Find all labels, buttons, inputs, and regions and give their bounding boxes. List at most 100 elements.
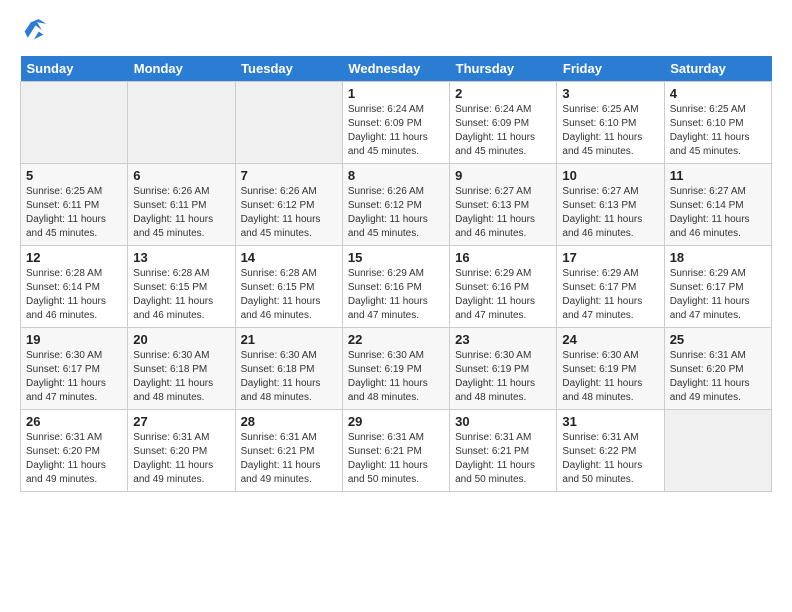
day-info: Sunrise: 6:30 AMSunset: 6:19 PMDaylight:…: [455, 349, 551, 405]
calendar-cell: 22 Sunrise: 6:30 AMSunset: 6:19 PMDayligh…: [342, 328, 449, 410]
day-info: Sunrise: 6:29 AMSunset: 6:17 PMDaylight:…: [562, 267, 658, 323]
day-number: 17: [562, 250, 658, 265]
calendar-table: SundayMondayTuesdayWednesdayThursdayFrid…: [20, 56, 772, 492]
day-info: Sunrise: 6:30 AMSunset: 6:18 PMDaylight:…: [241, 349, 337, 405]
calendar-cell: 19 Sunrise: 6:30 AMSunset: 6:17 PMDayligh…: [21, 328, 128, 410]
calendar-cell: [21, 82, 128, 164]
calendar-cell: 18 Sunrise: 6:29 AMSunset: 6:17 PMDayligh…: [664, 246, 771, 328]
calendar-cell: 13 Sunrise: 6:28 AMSunset: 6:15 PMDayligh…: [128, 246, 235, 328]
day-number: 23: [455, 332, 551, 347]
calendar-cell: 10Sunrise: 6:27 AMSunset: 6:13 PMDayligh…: [557, 164, 664, 246]
calendar-cell: 2 Sunrise: 6:24 AMSunset: 6:09 PMDaylight…: [450, 82, 557, 164]
day-number: 19: [26, 332, 122, 347]
day-number: 27: [133, 414, 229, 429]
day-info: Sunrise: 6:31 AMSunset: 6:21 PMDaylight:…: [455, 431, 551, 487]
day-info: Sunrise: 6:25 AMSunset: 6:10 PMDaylight:…: [562, 103, 658, 159]
day-number: 16: [455, 250, 551, 265]
logo: [20, 16, 52, 44]
logo-bird-icon: [20, 16, 48, 44]
day-number: 4: [670, 86, 766, 101]
calendar-cell: 31 Sunrise: 6:31 AMSunset: 6:22 PMDayligh…: [557, 410, 664, 492]
calendar-cell: 25 Sunrise: 6:31 AMSunset: 6:20 PMDayligh…: [664, 328, 771, 410]
day-number: 24: [562, 332, 658, 347]
day-info: Sunrise: 6:31 AMSunset: 6:20 PMDaylight:…: [670, 349, 766, 405]
day-number: 18: [670, 250, 766, 265]
day-number: 6: [133, 168, 229, 183]
day-number: 15: [348, 250, 444, 265]
day-info: Sunrise: 6:30 AMSunset: 6:18 PMDaylight:…: [133, 349, 229, 405]
day-info: Sunrise: 6:29 AMSunset: 6:16 PMDaylight:…: [455, 267, 551, 323]
day-info: Sunrise: 6:26 AMSunset: 6:12 PMDaylight:…: [348, 185, 444, 241]
calendar-cell: 21 Sunrise: 6:30 AMSunset: 6:18 PMDayligh…: [235, 328, 342, 410]
day-number: 3: [562, 86, 658, 101]
day-number: 28: [241, 414, 337, 429]
calendar-cell: [235, 82, 342, 164]
day-number: 29: [348, 414, 444, 429]
day-info: Sunrise: 6:30 AMSunset: 6:17 PMDaylight:…: [26, 349, 122, 405]
calendar-cell: 17 Sunrise: 6:29 AMSunset: 6:17 PMDayligh…: [557, 246, 664, 328]
day-number: 20: [133, 332, 229, 347]
day-info: Sunrise: 6:25 AMSunset: 6:11 PMDaylight:…: [26, 185, 122, 241]
calendar-cell: 15 Sunrise: 6:29 AMSunset: 6:16 PMDayligh…: [342, 246, 449, 328]
day-info: Sunrise: 6:28 AMSunset: 6:15 PMDaylight:…: [133, 267, 229, 323]
day-info: Sunrise: 6:25 AMSunset: 6:10 PMDaylight:…: [670, 103, 766, 159]
day-info: Sunrise: 6:24 AMSunset: 6:09 PMDaylight:…: [455, 103, 551, 159]
day-info: Sunrise: 6:24 AMSunset: 6:09 PMDaylight:…: [348, 103, 444, 159]
calendar-cell: 24 Sunrise: 6:30 AMSunset: 6:19 PMDayligh…: [557, 328, 664, 410]
day-number: 9: [455, 168, 551, 183]
calendar-cell: 8Sunrise: 6:26 AMSunset: 6:12 PMDaylight…: [342, 164, 449, 246]
day-number: 5: [26, 168, 122, 183]
calendar-cell: 4 Sunrise: 6:25 AMSunset: 6:10 PMDaylight…: [664, 82, 771, 164]
day-number: 13: [133, 250, 229, 265]
column-header-sunday: Sunday: [21, 56, 128, 82]
week-row-3: 12Sunrise: 6:28 AMSunset: 6:14 PMDayligh…: [21, 246, 772, 328]
calendar-cell: 26 Sunrise: 6:31 AMSunset: 6:20 PMDayligh…: [21, 410, 128, 492]
day-number: 22: [348, 332, 444, 347]
day-number: 2: [455, 86, 551, 101]
calendar-cell: 9 Sunrise: 6:27 AMSunset: 6:13 PMDaylight…: [450, 164, 557, 246]
calendar-cell: 29 Sunrise: 6:31 AMSunset: 6:21 PMDayligh…: [342, 410, 449, 492]
day-number: 11: [670, 168, 766, 183]
day-info: Sunrise: 6:27 AMSunset: 6:13 PMDaylight:…: [562, 185, 658, 241]
day-number: 31: [562, 414, 658, 429]
day-info: Sunrise: 6:27 AMSunset: 6:13 PMDaylight:…: [455, 185, 551, 241]
day-info: Sunrise: 6:29 AMSunset: 6:17 PMDaylight:…: [670, 267, 766, 323]
week-row-4: 19 Sunrise: 6:30 AMSunset: 6:17 PMDayligh…: [21, 328, 772, 410]
calendar-cell: 14 Sunrise: 6:28 AMSunset: 6:15 PMDayligh…: [235, 246, 342, 328]
day-info: Sunrise: 6:31 AMSunset: 6:22 PMDaylight:…: [562, 431, 658, 487]
week-row-2: 5 Sunrise: 6:25 AMSunset: 6:11 PMDaylight…: [21, 164, 772, 246]
calendar-cell: 20 Sunrise: 6:30 AMSunset: 6:18 PMDayligh…: [128, 328, 235, 410]
column-header-row: SundayMondayTuesdayWednesdayThursdayFrid…: [21, 56, 772, 82]
calendar-cell: 5 Sunrise: 6:25 AMSunset: 6:11 PMDaylight…: [21, 164, 128, 246]
calendar-page: SundayMondayTuesdayWednesdayThursdayFrid…: [0, 0, 792, 612]
calendar-cell: 6 Sunrise: 6:26 AMSunset: 6:11 PMDaylight…: [128, 164, 235, 246]
day-info: Sunrise: 6:28 AMSunset: 6:15 PMDaylight:…: [241, 267, 337, 323]
calendar-cell: 3 Sunrise: 6:25 AMSunset: 6:10 PMDaylight…: [557, 82, 664, 164]
column-header-saturday: Saturday: [664, 56, 771, 82]
day-number: 25: [670, 332, 766, 347]
day-number: 14: [241, 250, 337, 265]
column-header-thursday: Thursday: [450, 56, 557, 82]
day-info: Sunrise: 6:31 AMSunset: 6:21 PMDaylight:…: [241, 431, 337, 487]
calendar-cell: 16 Sunrise: 6:29 AMSunset: 6:16 PMDayligh…: [450, 246, 557, 328]
day-info: Sunrise: 6:31 AMSunset: 6:20 PMDaylight:…: [26, 431, 122, 487]
day-info: Sunrise: 6:28 AMSunset: 6:14 PMDaylight:…: [26, 267, 122, 323]
week-row-1: 1 Sunrise: 6:24 AMSunset: 6:09 PMDaylight…: [21, 82, 772, 164]
day-info: Sunrise: 6:26 AMSunset: 6:11 PMDaylight:…: [133, 185, 229, 241]
calendar-cell: [664, 410, 771, 492]
week-row-5: 26 Sunrise: 6:31 AMSunset: 6:20 PMDayligh…: [21, 410, 772, 492]
calendar-cell: 27Sunrise: 6:31 AMSunset: 6:20 PMDayligh…: [128, 410, 235, 492]
column-header-wednesday: Wednesday: [342, 56, 449, 82]
day-info: Sunrise: 6:30 AMSunset: 6:19 PMDaylight:…: [348, 349, 444, 405]
calendar-cell: 7Sunrise: 6:26 AMSunset: 6:12 PMDaylight…: [235, 164, 342, 246]
day-info: Sunrise: 6:30 AMSunset: 6:19 PMDaylight:…: [562, 349, 658, 405]
day-number: 1: [348, 86, 444, 101]
day-info: Sunrise: 6:29 AMSunset: 6:16 PMDaylight:…: [348, 267, 444, 323]
calendar-cell: 30Sunrise: 6:31 AMSunset: 6:21 PMDayligh…: [450, 410, 557, 492]
calendar-cell: 12Sunrise: 6:28 AMSunset: 6:14 PMDayligh…: [21, 246, 128, 328]
calendar-cell: [128, 82, 235, 164]
day-number: 21: [241, 332, 337, 347]
day-number: 7: [241, 168, 337, 183]
day-info: Sunrise: 6:31 AMSunset: 6:21 PMDaylight:…: [348, 431, 444, 487]
day-number: 26: [26, 414, 122, 429]
